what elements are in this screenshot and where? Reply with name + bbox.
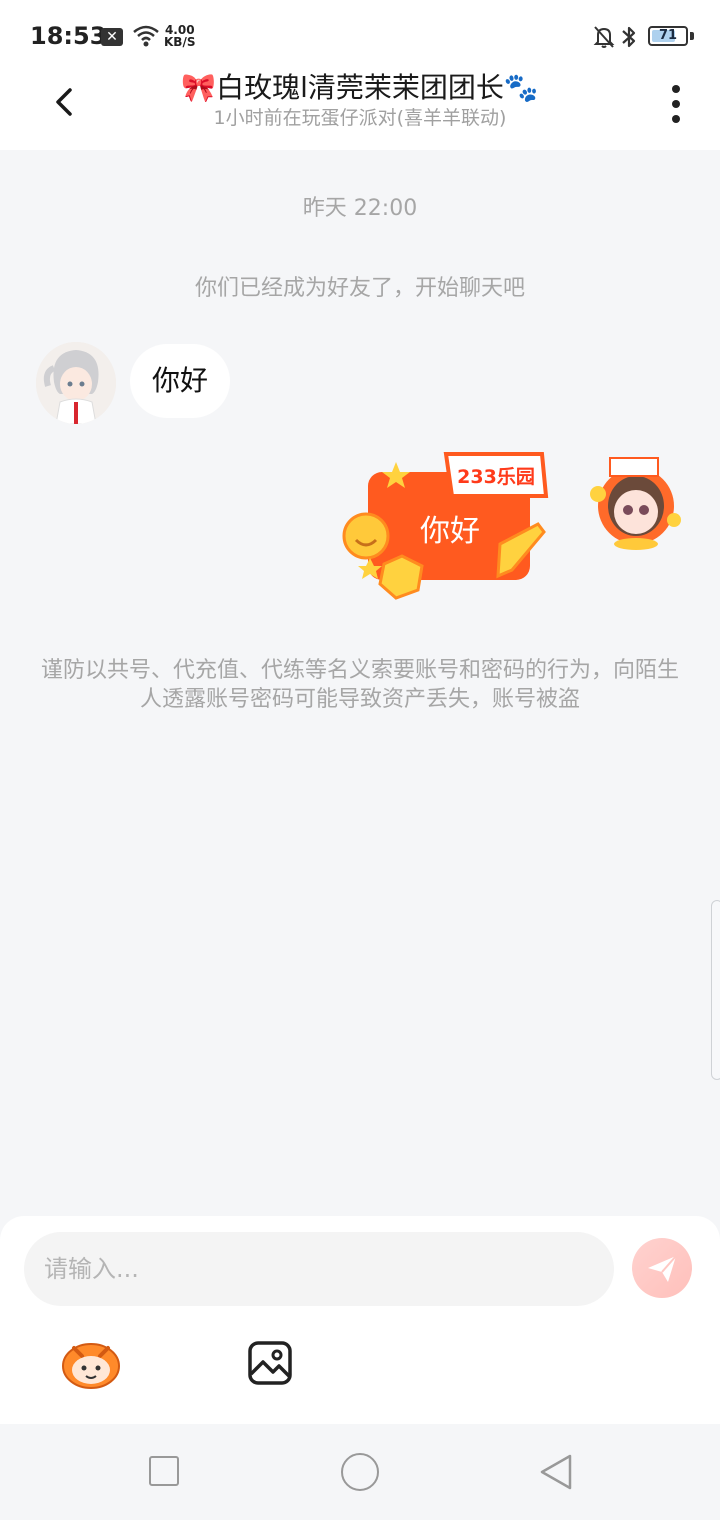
more-dot [672,100,680,108]
system-message: 你们已经成为好友了，开始聊天吧 [194,276,525,301]
emoji-mascot-icon[interactable] [60,1336,122,1390]
chat-timestamp: 昨天 22:00 [302,196,418,221]
contact-status: 1小时前在玩蛋仔派对(喜羊羊联动) [213,107,507,129]
bluetooth-icon [622,26,636,48]
home-icon[interactable] [341,1453,379,1491]
contact-avatar-image [36,342,116,424]
more-vertical-icon[interactable] [660,80,692,128]
image-icon[interactable] [247,1340,293,1386]
status-bar: 18:53 ✕ 4.00 KB/S 71 [0,0,720,72]
message-bubble-received[interactable]: 你好 [130,344,231,418]
contact-name: 🎀白玫瑰l清莞茉茉团团长🐾 [181,71,539,104]
header-title-block: 🎀白玫瑰l清莞茉茉团团长🐾 1小时前在玩蛋仔派对(喜羊羊联动) [120,72,600,131]
status-time: 18:53 [30,22,107,50]
wifi-icon [133,25,159,47]
net-speed-unit: KB/S [164,35,196,49]
sticker-brand-label: 233乐园 [457,466,535,488]
chat-header: 🎀白玫瑰l清莞茉茉团团长🐾 1小时前在玩蛋仔派对(喜羊羊联动) [0,72,720,150]
send-icon [648,1255,677,1282]
recent-apps-icon[interactable] [149,1456,179,1486]
battery-level: 71 [658,28,678,43]
sticker-text: 你好 [420,514,480,549]
send-button[interactable] [632,1238,692,1298]
scroll-indicator[interactable] [711,900,720,1080]
my-avatar[interactable] [586,456,684,552]
security-warning: 谨防以共号、代充值、代练等名义索要账号和密码的行为，向陌生人透露账号密码可能导致… [40,658,679,712]
back-icon[interactable] [538,1452,574,1492]
message-input[interactable] [24,1232,614,1306]
net-speed: 4.00 KB/S [164,24,195,48]
battery-icon: 71 [648,26,688,46]
chevron-left-icon[interactable] [40,78,88,126]
contact-avatar[interactable] [36,342,116,424]
mute-bell-icon [593,26,615,48]
close-notification-icon: ✕ [101,28,123,46]
more-dot [672,85,680,93]
battery-tip [690,32,694,40]
more-dot [672,115,680,123]
